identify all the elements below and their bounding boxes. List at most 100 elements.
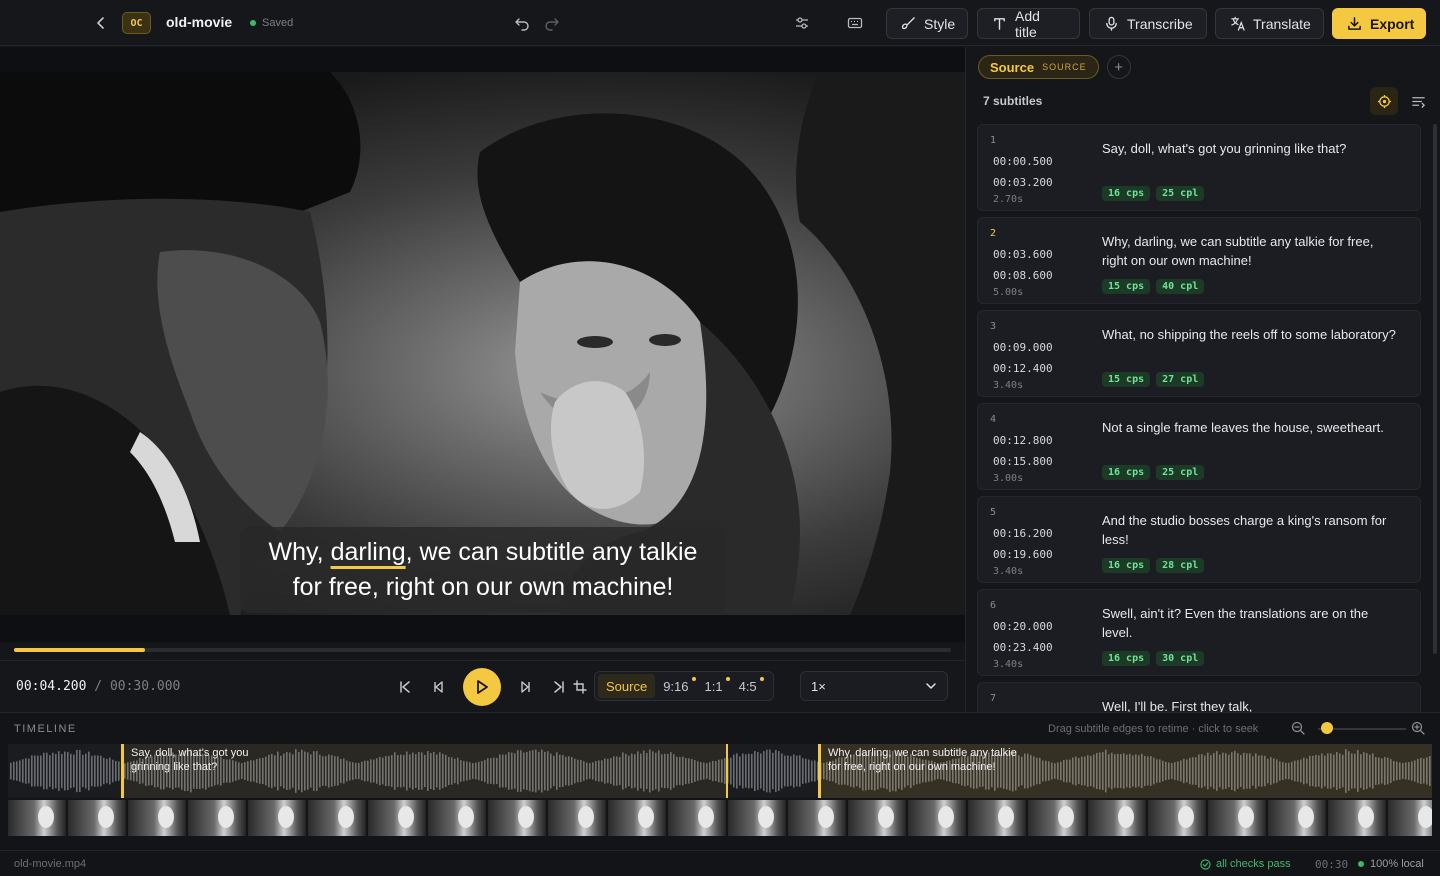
skip-to-end-button[interactable] [549,677,569,697]
subtitle-end-time[interactable]: 00:19.600 [993,548,1053,561]
subtitle-start-time[interactable]: 00:09.000 [993,341,1053,354]
aspect-4-5[interactable]: 4:5 [731,674,765,698]
waveform-bar [112,759,114,783]
subtitle-start-time[interactable]: 00:00.500 [993,155,1053,168]
play-button[interactable] [463,668,501,706]
undo-button[interactable] [512,12,532,34]
video-thumbnail [1208,800,1266,836]
waveform-bar [793,754,795,788]
subtitle-card[interactable]: 4 00:12.800 00:15.800 3.00s Not a single… [977,403,1421,490]
source-file-name: old-movie.mp4 [14,858,87,870]
video-thumbnail [1088,800,1146,836]
subtitle-duration: 3.00s [993,473,1024,484]
previous-subtitle-button[interactable] [429,677,449,697]
subtitle-text[interactable]: Say, doll, what's got you grinning like … [1102,139,1402,158]
subtitle-start-time[interactable]: 00:12.800 [993,434,1053,447]
subtitle-start-time[interactable]: 00:03.600 [993,248,1053,261]
list-icon [1411,96,1425,108]
subtitle-card[interactable]: 5 00:16.200 00:19.600 3.40s And the stud… [977,496,1421,583]
add-track-button[interactable]: + [1106,55,1131,79]
transcribe-button[interactable]: Transcribe [1089,8,1207,39]
follow-playhead-button[interactable] [1370,87,1398,115]
subtitle-end-time[interactable]: 00:15.800 [993,455,1053,468]
scrubber-track[interactable] [14,648,951,652]
subtitle-end-time[interactable]: 00:23.400 [993,641,1053,654]
video-preview[interactable]: Why, darling, we can subtitle any talkie… [0,47,965,642]
save-status: Saved [250,17,293,29]
subtitle-index: 4 [990,414,997,425]
crop-button[interactable] [570,677,590,697]
segment-end-handle[interactable] [726,744,728,798]
waveform-bar [70,753,72,789]
subtitle-end-time[interactable]: 00:12.400 [993,362,1053,375]
video-thumbnail [1028,800,1086,836]
redo-button[interactable] [542,12,562,34]
video-thumbnail [608,800,666,836]
aspect-9-16-label: 9:16 [663,678,689,694]
cpl-badge: 28 cpl [1156,558,1205,573]
keyboard-shortcuts-button[interactable] [844,12,866,34]
subtitle-end-time[interactable]: 00:03.200 [993,176,1053,189]
segment-line-1: Say, doll, what's got you [131,747,249,759]
subtitle-text[interactable]: What, no shipping the reels off to some … [1102,325,1402,344]
subtitle-card[interactable]: 6 00:20.000 00:23.400 3.40s Swell, ain't… [977,589,1421,676]
list-view-button[interactable] [1404,87,1432,115]
subtitle-text[interactable]: Swell, ain't it? Even the translations a… [1102,604,1402,642]
playback-speed-select[interactable]: 1× [800,671,948,701]
video-thumbnail [968,800,1026,836]
aspect-source-label: Source [606,678,648,694]
thumbnail-strip[interactable] [8,800,1432,836]
zoom-in-button[interactable] [1411,721,1427,737]
tab-source[interactable]: Source SOURCE [978,55,1099,79]
subtitle-index: 2 [990,228,997,239]
subtitle-text[interactable]: Why, darling, we can subtitle any talkie… [1102,232,1402,270]
subtitle-text[interactable]: And the studio bosses charge a king's ra… [1102,511,1402,549]
export-button[interactable]: Export [1332,8,1426,39]
subtitle-text[interactable]: Well, I'll be. First they talk, [1102,697,1402,712]
translate-button[interactable]: Translate [1215,8,1324,39]
waveform-bar [754,750,756,792]
waveform-track[interactable]: Say, doll, what's got you grinning like … [8,744,1432,798]
caption-overlay[interactable]: Why, darling, we can subtitle any talkie… [240,527,726,613]
timeline-subtitle-segment-active[interactable]: Why, darling, we can subtitle any talkie… [818,744,1432,798]
waveform-bar [796,755,798,787]
export-button-label: Export [1370,15,1415,32]
aspect-9-16[interactable]: 9:16 [655,674,696,698]
cps-badge: 15 cps [1102,372,1151,387]
waveform-bar [64,751,66,791]
subtitle-card-active[interactable]: 2 00:03.600 00:08.600 5.00s Why, darling… [977,217,1421,304]
skip-to-start-button[interactable] [395,677,415,697]
aspect-dot-icon [691,677,696,681]
aspect-source[interactable]: Source [598,674,656,698]
scrubber-progress [14,648,146,652]
video-thumbnail [548,800,606,836]
aspect-4-5-label: 4:5 [738,678,757,694]
subtitle-end-time[interactable]: 00:08.600 [993,269,1053,282]
adjustments-button[interactable] [791,12,813,34]
zoom-out-button[interactable] [1291,721,1307,737]
waveform-bar [103,757,105,785]
waveform-bar [808,759,810,783]
checks-status[interactable]: all checks pass [1200,858,1291,870]
aspect-1-1[interactable]: 1:1 [697,674,731,698]
video-frame[interactable]: Why, darling, we can subtitle any talkie… [0,72,965,615]
microphone-icon [1106,16,1117,31]
zoom-slider-handle[interactable] [1321,722,1333,734]
add-title-button[interactable]: Add title [977,8,1080,40]
subtitle-card[interactable]: 1 00:00.500 00:03.200 2.70s Say, doll, w… [977,124,1421,211]
cpl-badge: 40 cpl [1156,279,1205,294]
style-button[interactable]: Style [886,8,968,39]
subtitle-card[interactable]: 3 00:09.000 00:12.400 3.40s What, no shi… [977,310,1421,397]
subtitle-list-scrollbar[interactable] [1433,124,1437,654]
subtitle-start-time[interactable]: 00:16.200 [993,527,1053,540]
next-subtitle-button[interactable] [515,677,535,697]
back-button[interactable] [90,12,112,34]
subtitle-text[interactable]: Not a single frame leaves the house, swe… [1102,418,1402,437]
subtitle-start-time[interactable]: 00:20.000 [993,620,1053,633]
subtitle-metrics: 15 cps 40 cpl [1102,279,1205,294]
video-thumbnail [128,800,186,836]
subtitle-card[interactable]: 7 Well, I'll be. First they talk, [977,682,1421,712]
timeline-subtitle-segment[interactable]: Say, doll, what's got you grinning like … [121,744,728,798]
project-name[interactable]: old-movie [166,14,232,30]
video-thumbnail [788,800,846,836]
